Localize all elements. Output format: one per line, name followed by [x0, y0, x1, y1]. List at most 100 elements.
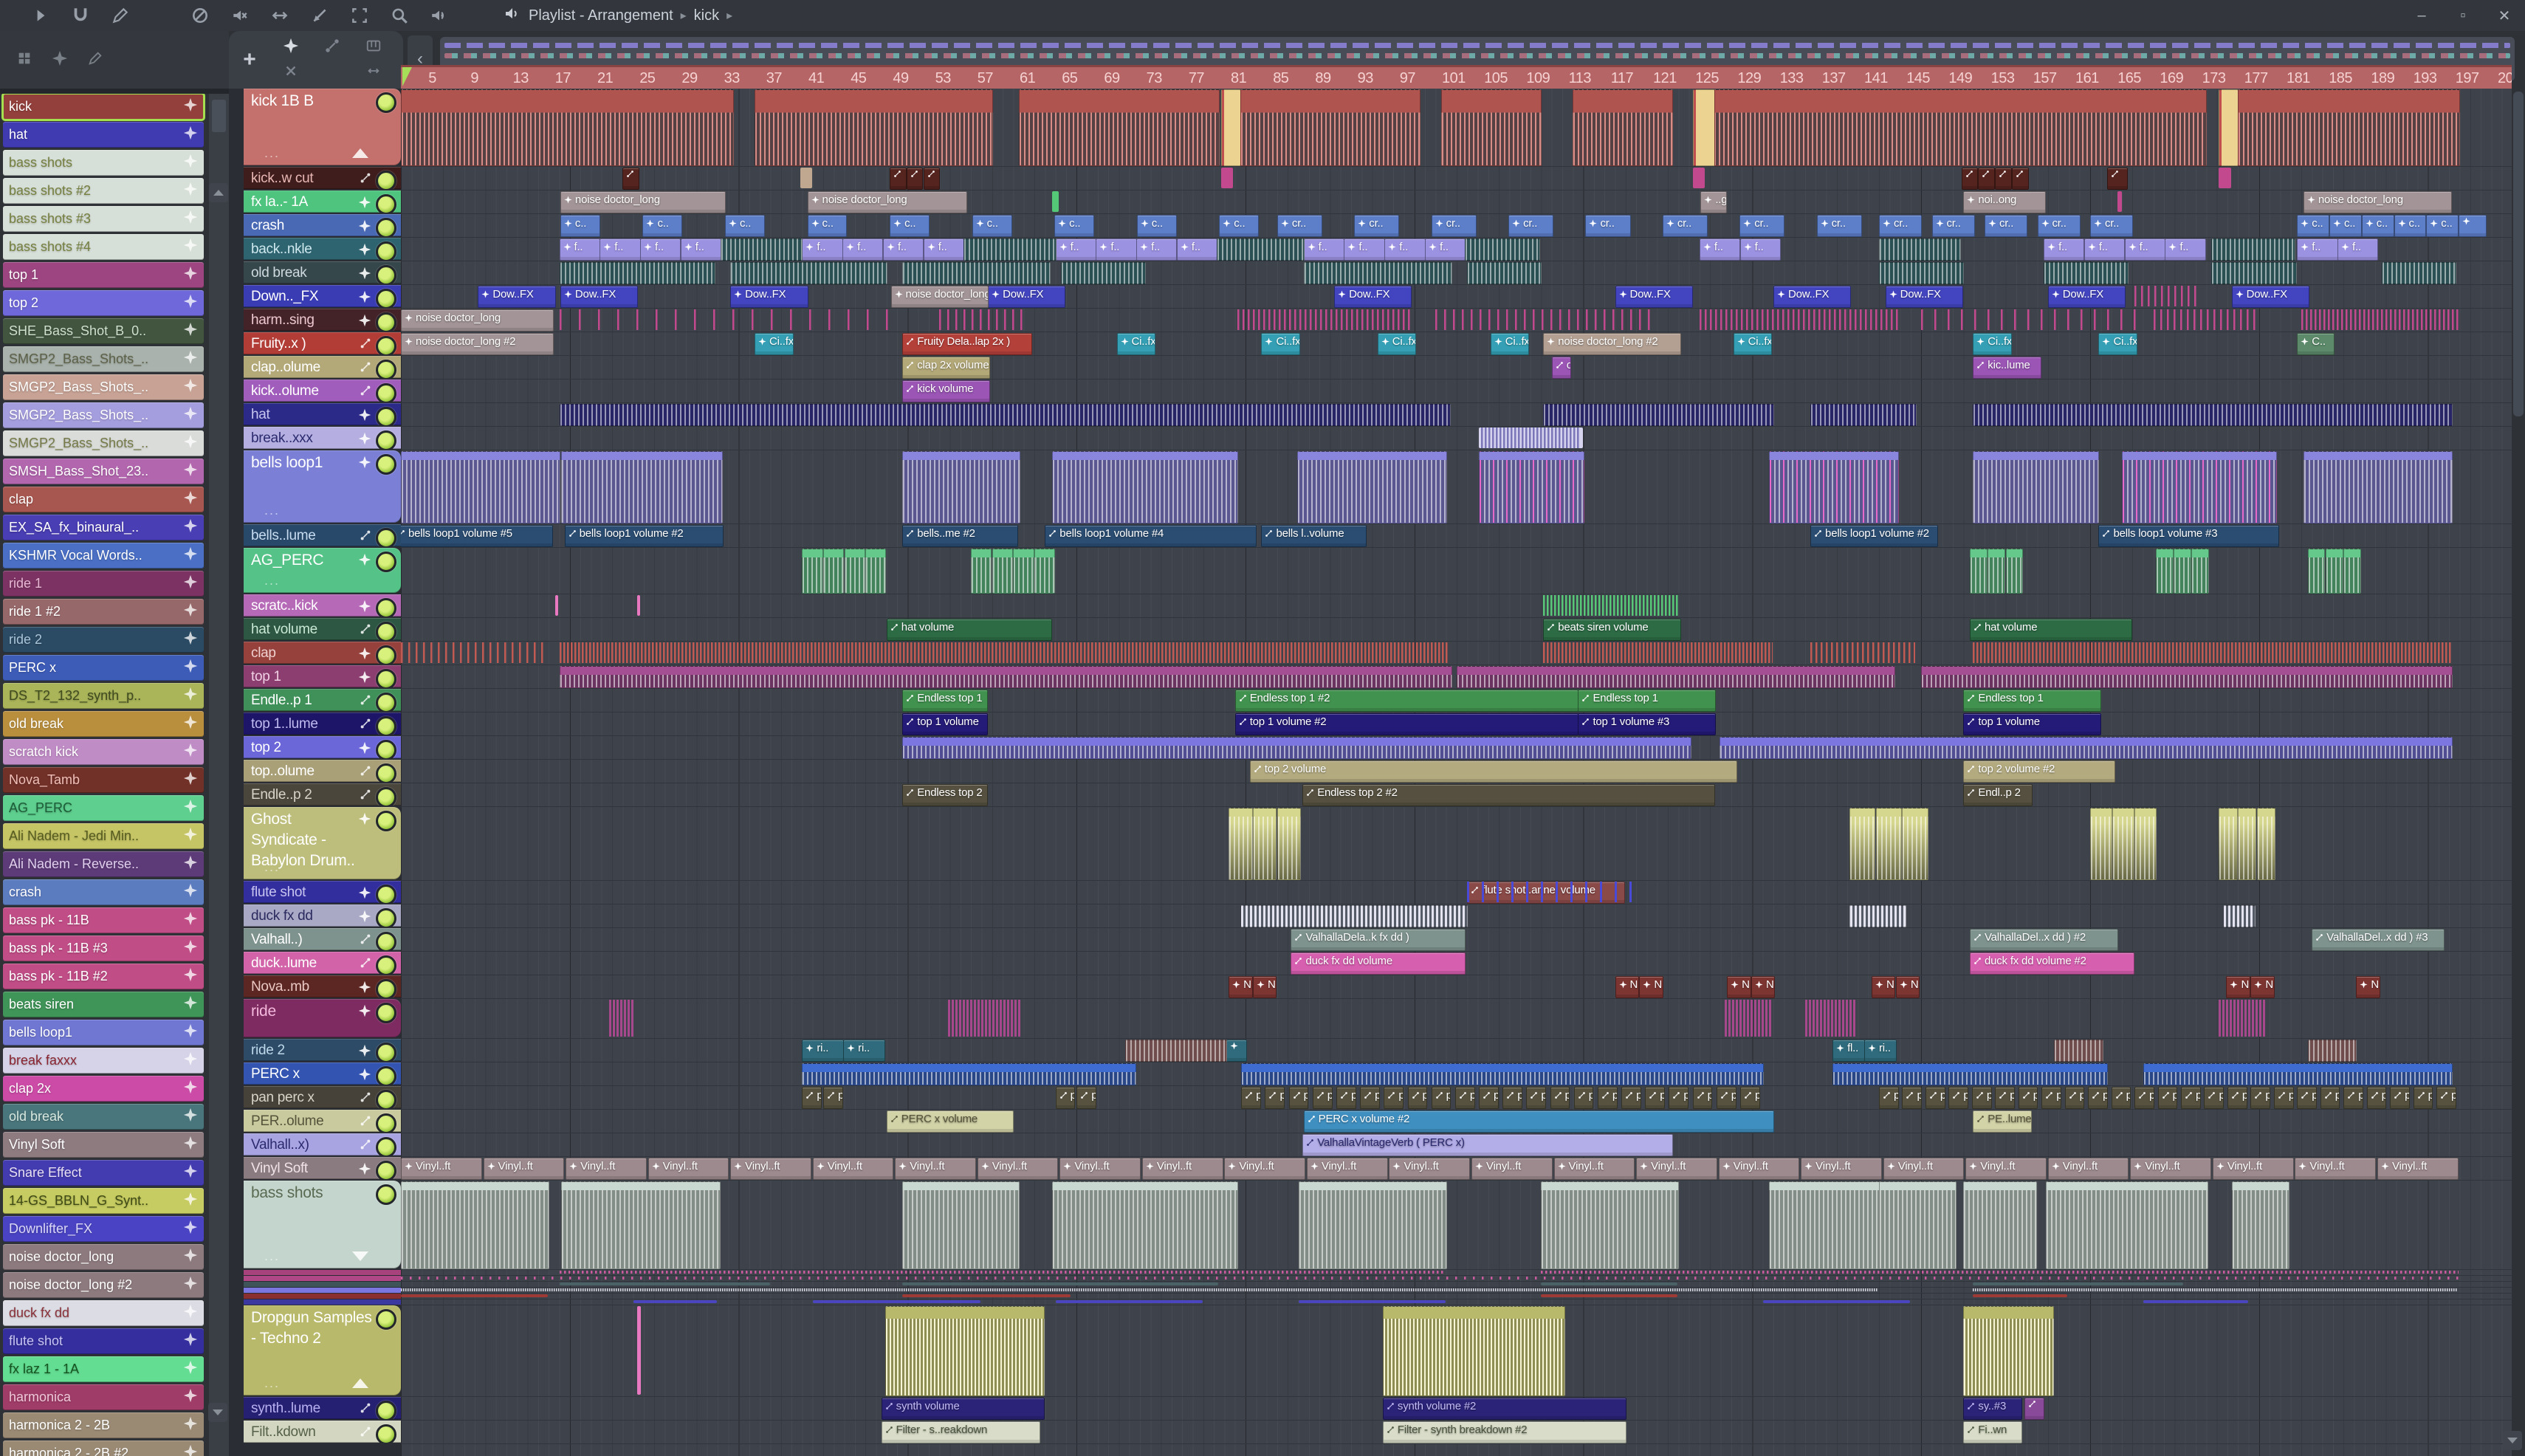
clip[interactable]: Vinyl..ft: [647, 1158, 729, 1180]
picker-scroll-thumb[interactable]: [212, 100, 226, 132]
track-header[interactable]: hat: [244, 403, 401, 425]
clip[interactable]: PE..lume: [1973, 1110, 2032, 1133]
clip[interactable]: p..: [1879, 1087, 1899, 1109]
clip[interactable]: [1240, 905, 1468, 927]
clip[interactable]: f..: [1176, 238, 1218, 261]
clip[interactable]: [902, 451, 1020, 523]
clip[interactable]: [2153, 309, 2258, 330]
clip[interactable]: [1465, 238, 1540, 261]
clip[interactable]: [1480, 427, 1581, 448]
clip[interactable]: p..: [1502, 1087, 1522, 1109]
clip[interactable]: [1052, 191, 1059, 212]
track-mute-led[interactable]: [376, 811, 396, 831]
clip[interactable]: p..: [2041, 1087, 2061, 1109]
clip[interactable]: bells loop1 volume #4: [1045, 525, 1257, 547]
clip[interactable]: [2173, 549, 2191, 594]
clip[interactable]: [885, 1306, 1045, 1396]
clip[interactable]: [622, 168, 639, 190]
picker-item[interactable]: duck fx dd: [3, 1300, 204, 1326]
track-mute-led[interactable]: [376, 289, 396, 307]
clip[interactable]: [1988, 549, 2006, 594]
clip[interactable]: N..: [2250, 976, 2275, 998]
clip[interactable]: c..: [2361, 215, 2394, 237]
track-mute-led[interactable]: [376, 312, 396, 331]
track-mute-led[interactable]: [376, 787, 396, 806]
track-mute-led[interactable]: [376, 645, 396, 664]
picker-item[interactable]: SMGP2_Bass_Shots_..: [3, 402, 204, 428]
magnet-icon[interactable]: [61, 1, 100, 30]
picker-item[interactable]: Vinyl Soft: [3, 1132, 204, 1158]
clip[interactable]: p..: [1902, 1087, 1923, 1109]
track-options-dots[interactable]: ...: [264, 1249, 280, 1264]
clip[interactable]: p..: [1407, 1087, 1428, 1109]
clip[interactable]: p..: [2413, 1087, 2433, 1109]
playlist-grid[interactable]: noise doctor_long noise doctor_long noi..o…: [401, 89, 2512, 1456]
track-header[interactable]: Endle..p 1: [244, 689, 401, 711]
clip[interactable]: [1810, 404, 1917, 426]
clip[interactable]: f..: [842, 238, 884, 261]
clip[interactable]: [1973, 404, 2453, 426]
clip[interactable]: duck fx dd volume #2: [1969, 952, 2134, 975]
clip[interactable]: [902, 737, 1692, 759]
clip[interactable]: p..: [2204, 1087, 2225, 1109]
clip[interactable]: [637, 1306, 642, 1395]
clip[interactable]: [1902, 808, 1928, 880]
clip[interactable]: [1229, 808, 1253, 880]
clip[interactable]: c..: [1136, 215, 1177, 237]
clip[interactable]: cr..: [1985, 215, 2028, 237]
clip[interactable]: [1240, 89, 1420, 166]
clip[interactable]: p..: [2157, 1087, 2178, 1109]
track-lane[interactable]: [401, 167, 2512, 190]
clip[interactable]: Vinyl..ft: [2295, 1158, 2377, 1180]
clip[interactable]: top 1 volume: [902, 713, 988, 735]
clip[interactable]: Ci..fx: [1377, 333, 1417, 355]
track-header[interactable]: kick..w cut: [244, 167, 401, 189]
track-mute-led[interactable]: [376, 1113, 396, 1132]
picker-item[interactable]: harmonica: [3, 1384, 204, 1410]
picker-item[interactable]: top 1: [3, 262, 204, 288]
clip[interactable]: [1237, 309, 1411, 330]
clip[interactable]: fl..: [1832, 1040, 1865, 1062]
track-header[interactable]: kick 1B B...: [244, 89, 401, 165]
clip[interactable]: [401, 1277, 2459, 1280]
clip[interactable]: [554, 595, 558, 616]
clip[interactable]: p..: [1384, 1087, 1404, 1109]
playlist-vscroll-thumb[interactable]: [2513, 92, 2524, 416]
picker-item[interactable]: harmonica 2 - 2B: [3, 1412, 204, 1438]
clip[interactable]: p..: [1454, 1087, 1475, 1109]
clip[interactable]: [1479, 451, 1584, 523]
clip[interactable]: Dow..FX: [478, 286, 556, 308]
picker-item[interactable]: PERC x: [3, 655, 204, 681]
clip[interactable]: N..: [1895, 976, 1920, 998]
clip[interactable]: [963, 238, 1057, 261]
clip[interactable]: [1875, 808, 1903, 880]
picker-item[interactable]: ride 2: [3, 627, 204, 653]
clip[interactable]: p..: [1739, 1087, 1760, 1109]
clip[interactable]: Fruity Dela..lap 2x ): [902, 333, 1032, 355]
clip[interactable]: f..: [640, 238, 681, 261]
clip[interactable]: [1961, 168, 1978, 190]
clip[interactable]: Vinyl..ft: [1306, 1158, 1388, 1180]
clip[interactable]: N..: [1871, 976, 1896, 998]
clip[interactable]: [1969, 549, 1988, 594]
track-mute-led[interactable]: [376, 763, 396, 782]
track-mute-led[interactable]: [376, 622, 396, 640]
clip[interactable]: [1467, 262, 1542, 284]
clip[interactable]: bells loop1 volume #2: [1810, 525, 1938, 547]
tool-star-icon[interactable]: [283, 38, 299, 58]
clip[interactable]: [2121, 451, 2277, 523]
clip[interactable]: [1018, 89, 1220, 166]
picker-item[interactable]: flute shot: [3, 1328, 204, 1354]
clip[interactable]: Ci..fx: [1261, 333, 1300, 355]
track-lane[interactable]: [401, 1294, 2512, 1299]
clip[interactable]: p..: [1692, 1087, 1713, 1109]
clip[interactable]: top 1 volume: [1963, 713, 2102, 735]
picker-item[interactable]: SMGP2_Bass_Shots_..: [3, 374, 204, 400]
picker-item[interactable]: SHE_Bass_Shot_B_0..: [3, 318, 204, 344]
clip[interactable]: p..: [1550, 1087, 1570, 1109]
clip[interactable]: [1995, 168, 2012, 190]
clip[interactable]: [1440, 89, 1542, 166]
clip[interactable]: [844, 549, 865, 594]
clip[interactable]: [1810, 642, 1916, 663]
clip[interactable]: noise doctor_long: [560, 191, 726, 213]
